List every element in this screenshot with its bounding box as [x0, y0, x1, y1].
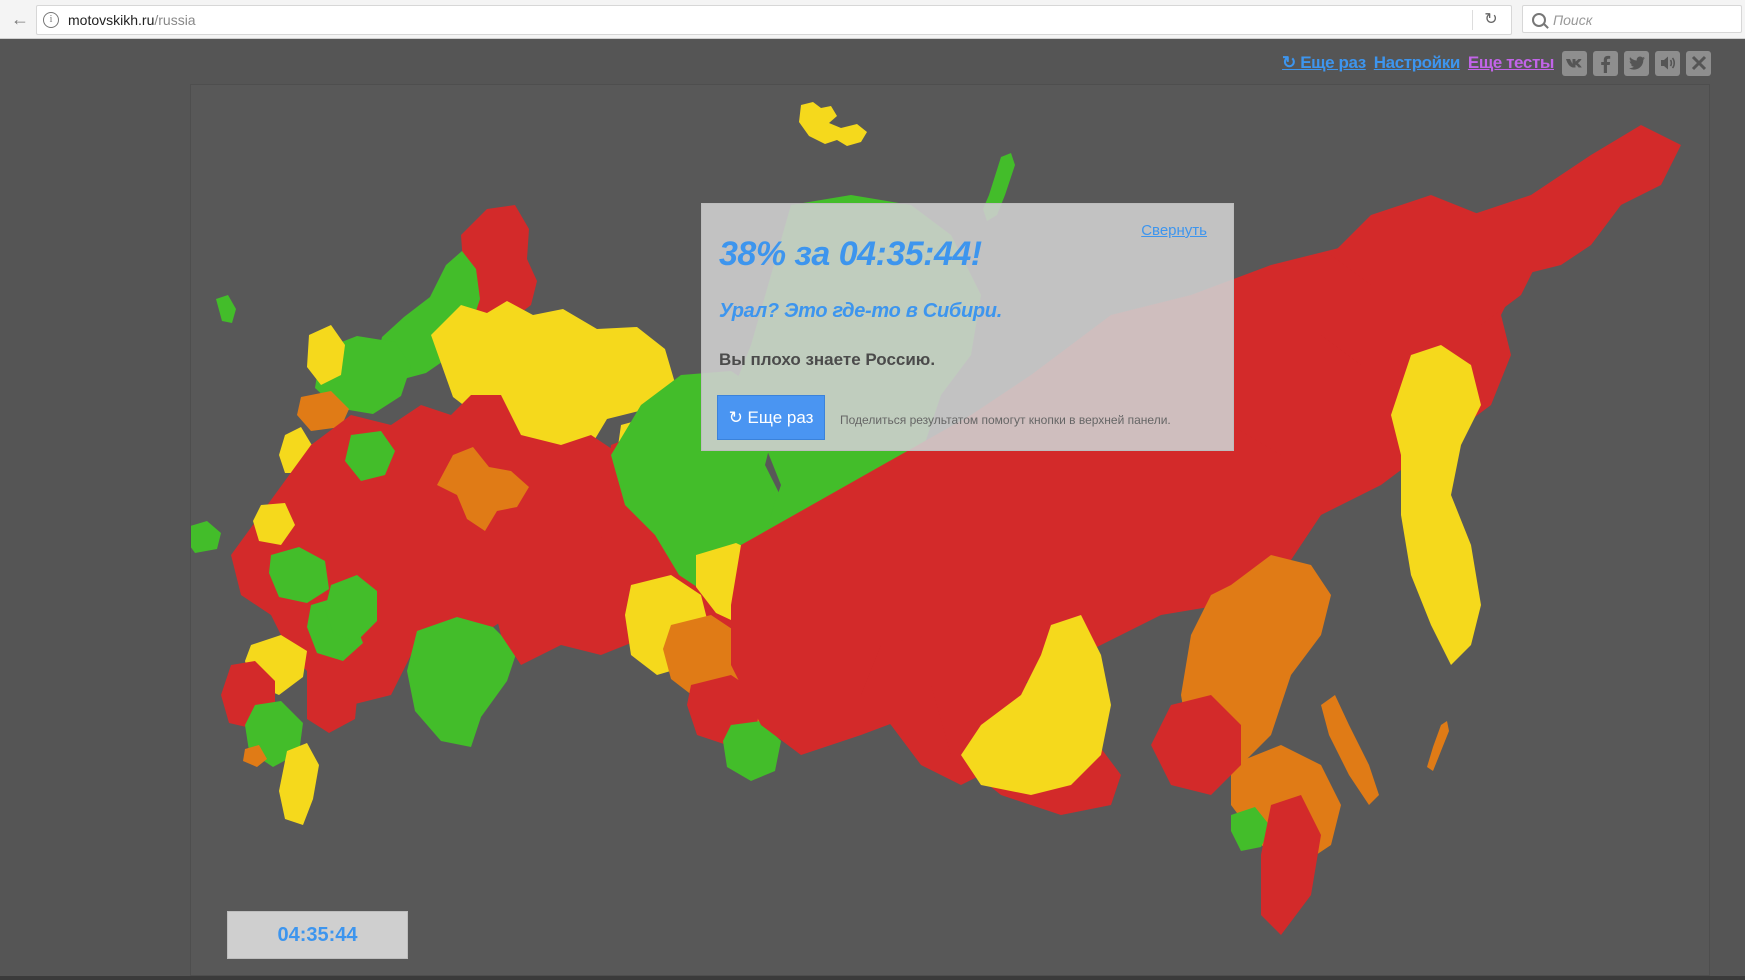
again-link[interactable]: ↻ Еще раз	[1282, 53, 1366, 73]
bottom-strip	[0, 976, 1745, 980]
map-region-kuril-islands[interactable]	[1427, 721, 1449, 771]
browser-search-box[interactable]	[1522, 5, 1742, 33]
facebook-icon[interactable]	[1593, 50, 1618, 76]
top-panel: ↻ Еще раз Настройки Еще тесты	[1282, 50, 1711, 76]
twitter-icon[interactable]	[1624, 50, 1649, 76]
back-arrow-icon[interactable]: ←	[8, 8, 32, 30]
settings-link[interactable]: Настройки	[1374, 53, 1460, 73]
timer-display: 04:35:44	[227, 911, 408, 959]
result-verdict: Вы плохо знаете Россию.	[719, 350, 936, 369]
info-icon[interactable]: i	[43, 12, 59, 28]
search-icon	[1532, 13, 1546, 27]
map-region-kamchatka-yellow[interactable]	[1391, 345, 1481, 665]
address-bar[interactable]: i motovskikh.ru/russia ↻	[36, 5, 1512, 35]
browser-toolbar: ← i motovskikh.ru/russia ↻	[0, 0, 1745, 39]
share-hint: Поделиться результатом помогут кнопки в …	[840, 413, 1171, 427]
collapse-link[interactable]: Свернуть	[1141, 222, 1207, 239]
url-host: motovskikh.ru	[68, 12, 155, 28]
url-text[interactable]: motovskikh.ru/russia	[68, 12, 196, 28]
url-path: /russia	[154, 12, 196, 28]
close-icon[interactable]	[1686, 50, 1711, 76]
browser-search-input[interactable]	[1551, 9, 1740, 31]
map-region-kolguev[interactable]	[216, 295, 236, 323]
vk-icon[interactable]	[1562, 50, 1587, 76]
result-title: 38% за 04:35:44!	[719, 235, 982, 273]
result-subtitle: Урал? Это где-то в Сибири.	[719, 300, 1002, 322]
reload-icon[interactable]: ↻	[1481, 10, 1501, 30]
url-separator	[1472, 10, 1473, 30]
result-dialog: Свернуть 38% за 04:35:44! Урал? Это где-…	[701, 203, 1234, 451]
sound-icon[interactable]	[1655, 50, 1680, 76]
again-button[interactable]: ↻ Еще раз	[717, 395, 825, 440]
map-region-franz-josef[interactable]	[799, 102, 867, 146]
map-region-kaliningrad[interactable]	[191, 521, 221, 553]
map-region-orenburg-green[interactable]	[407, 617, 517, 747]
more-tests-link[interactable]: Еще тесты	[1468, 53, 1555, 73]
